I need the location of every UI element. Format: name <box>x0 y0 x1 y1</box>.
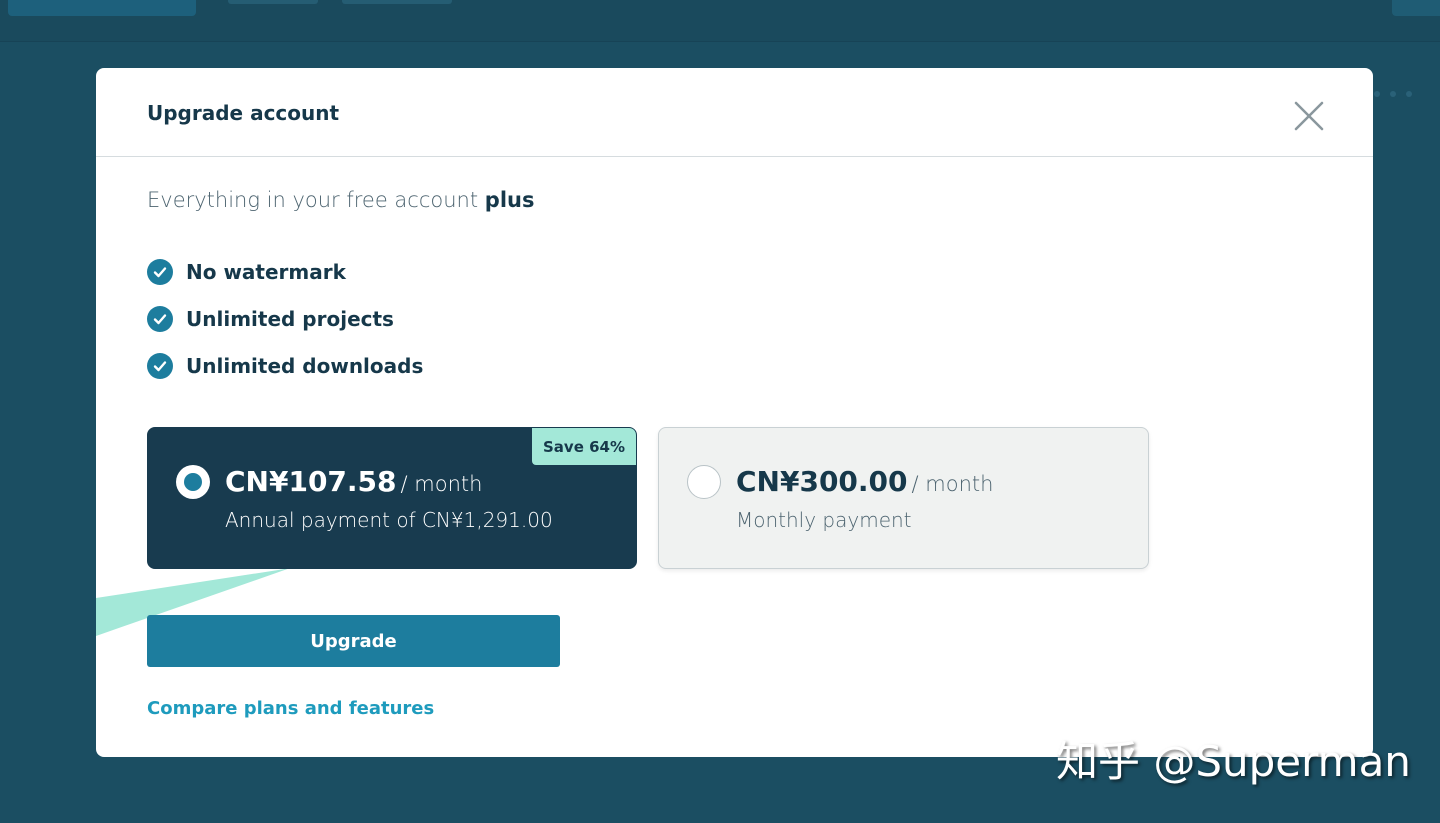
radio-unselected-icon[interactable] <box>687 465 721 499</box>
close-button[interactable] <box>1293 100 1325 132</box>
compare-plans-link[interactable]: Compare plans and features <box>147 698 434 719</box>
modal-header: Upgrade account <box>96 68 1373 157</box>
background-topbar <box>0 0 1440 42</box>
feature-label: Unlimited projects <box>186 306 394 331</box>
plan-period: / month <box>400 472 483 496</box>
feature-label: No watermark <box>186 259 346 284</box>
close-icon <box>1294 101 1324 131</box>
plan-price: CN¥300.00 <box>736 465 908 498</box>
plan-period: / month <box>911 472 994 496</box>
modal-title: Upgrade account <box>147 101 340 125</box>
plan-description: Annual payment of CN¥1,291.00 <box>225 508 553 532</box>
feature-item: Unlimited projects <box>147 295 423 342</box>
plan-option-monthly[interactable]: CN¥300.00/ month Monthly payment <box>658 427 1149 569</box>
check-circle-icon <box>147 305 173 332</box>
plan-price: CN¥107.58 <box>225 465 397 498</box>
feature-item: Unlimited downloads <box>147 342 423 389</box>
feature-label: Unlimited downloads <box>186 353 424 378</box>
watermark: 知乎 @Superman <box>1056 737 1411 786</box>
plan-description: Monthly payment <box>736 508 912 532</box>
intro-text: Everything in your free account plus <box>147 188 534 212</box>
upgrade-button[interactable]: Upgrade <box>147 615 560 667</box>
background-nav-link <box>228 0 318 4</box>
plan-option-annual[interactable]: CN¥107.58/ month Annual payment of CN¥1,… <box>147 427 637 569</box>
background-button <box>8 0 196 16</box>
save-badge: Save 64% <box>532 428 636 465</box>
check-circle-icon <box>147 258 173 285</box>
feature-item: No watermark <box>147 248 423 295</box>
background-pagination <box>1374 82 1434 97</box>
background-nav-link <box>342 0 452 4</box>
price-line: CN¥300.00/ month <box>736 465 993 498</box>
price-line: CN¥107.58/ month <box>225 465 482 498</box>
intro-emphasis: plus <box>484 188 535 212</box>
check-circle-icon <box>147 352 173 379</box>
upgrade-modal: Upgrade account Everything in your free … <box>96 68 1373 757</box>
feature-list: No watermark Unlimited projects Unlimite… <box>147 248 423 389</box>
radio-selected-icon[interactable] <box>176 465 210 499</box>
background-right-button <box>1392 0 1440 16</box>
intro-lead: Everything in your free account <box>147 188 485 212</box>
